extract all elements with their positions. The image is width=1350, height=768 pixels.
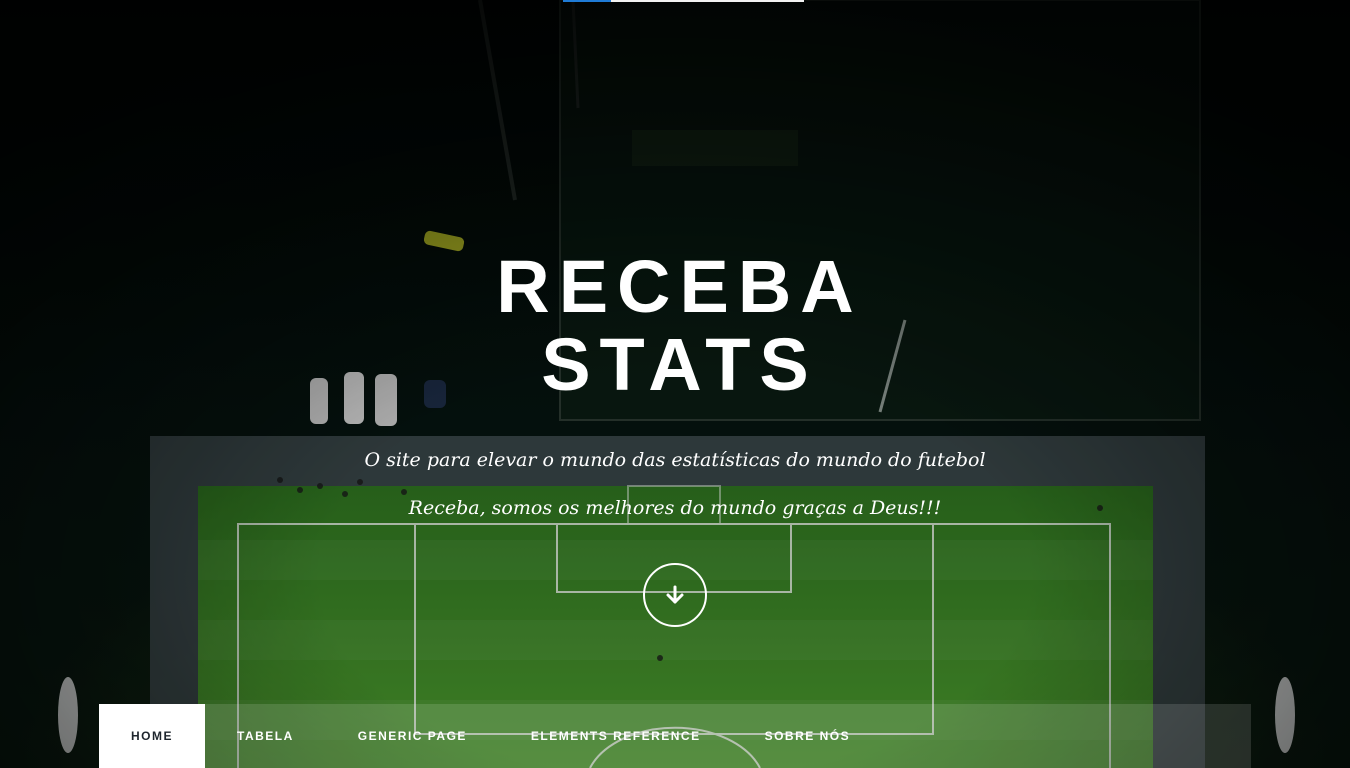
nav-item-elements-reference[interactable]: ELEMENTS REFERENCE xyxy=(499,704,733,768)
main-nav: HOME TABELA GENERIC PAGE ELEMENTS REFERENCE… xyxy=(99,704,1251,768)
hero-section: RECEBA STATS O site para elevar o mundo … xyxy=(0,0,1350,768)
scroll-down-button[interactable] xyxy=(643,563,707,627)
nav-item-tabela[interactable]: TABELA xyxy=(205,704,326,768)
tagline-secondary: Receba, somos os melhores do mundo graça… xyxy=(408,497,942,519)
scroll-progress-bar xyxy=(563,0,804,2)
nav-item-sobre-nos[interactable]: SOBRE NÓS xyxy=(733,704,883,768)
nav-item-home[interactable]: HOME xyxy=(99,704,205,768)
nav-item-generic-page[interactable]: GENERIC PAGE xyxy=(326,704,499,768)
arrow-down-icon xyxy=(666,585,684,604)
site-title-line-2: STATS xyxy=(541,323,818,406)
site-title-line-1: RECEBA xyxy=(496,245,863,328)
nav-list: HOME TABELA GENERIC PAGE ELEMENTS REFERENCE… xyxy=(99,704,882,768)
tagline-primary: O site para elevar o mundo das estatísti… xyxy=(364,449,986,471)
scroll-progress-fill xyxy=(563,0,612,2)
site-title: RECEBA STATS xyxy=(0,248,1350,404)
